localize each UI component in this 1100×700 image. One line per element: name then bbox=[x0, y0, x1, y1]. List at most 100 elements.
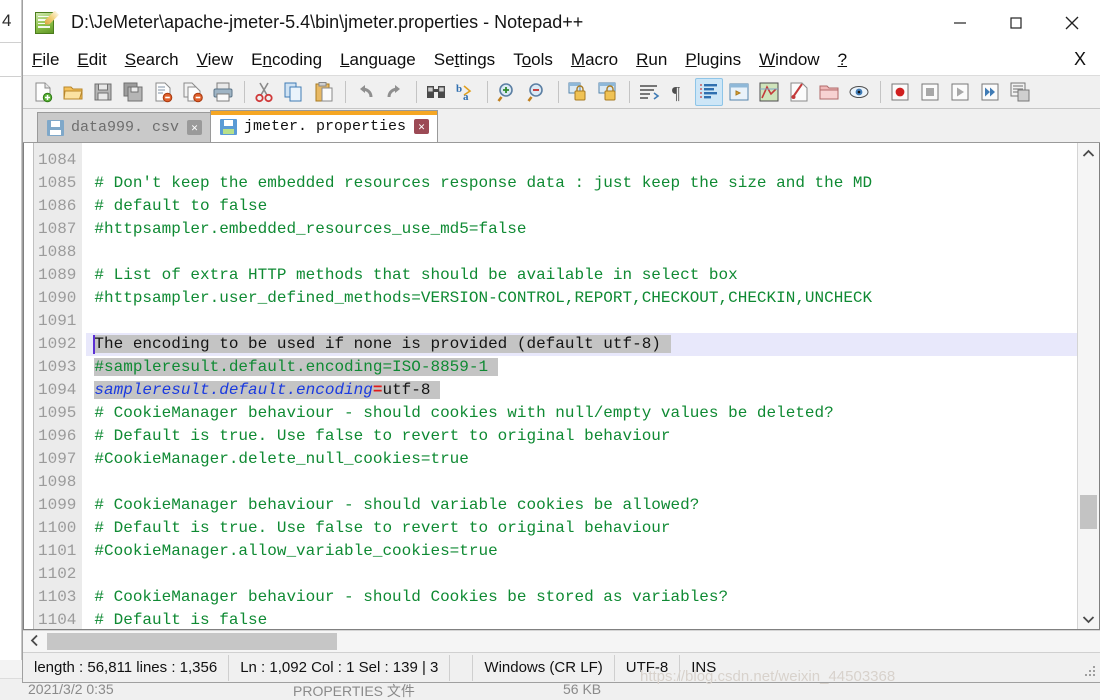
toolbar-separator bbox=[558, 81, 559, 103]
code-line[interactable]: #CookieManager.allow_variable_cookies=tr… bbox=[94, 540, 1077, 563]
status-length-lines: length : 56,811 lines : 1,356 bbox=[34, 659, 218, 676]
function-list-icon[interactable] bbox=[785, 78, 813, 106]
tab-close-icon[interactable]: ✕ bbox=[414, 119, 430, 134]
code-line[interactable]: The encoding to be used if none is provi… bbox=[86, 333, 1077, 356]
status-eol-format[interactable]: Windows (CR LF) bbox=[473, 653, 613, 683]
menu-settings[interactable]: Settings bbox=[425, 50, 504, 70]
macro-run-multiple-icon[interactable] bbox=[976, 78, 1004, 106]
toolbar-separator bbox=[244, 81, 245, 103]
line-number: 1089 bbox=[38, 266, 77, 284]
minimize-button[interactable] bbox=[932, 0, 988, 45]
save-macro-icon[interactable] bbox=[1006, 78, 1034, 106]
line-number: 1086 bbox=[38, 197, 77, 215]
code-line[interactable]: # Default is true. Use false to revert t… bbox=[94, 517, 1077, 540]
sync-vertical-scroll-icon[interactable] bbox=[564, 78, 592, 106]
code-line[interactable]: # CookieManager behaviour - should cooki… bbox=[94, 402, 1077, 425]
code-line[interactable]: # default to false bbox=[94, 195, 1077, 218]
user-defined-language-icon[interactable] bbox=[725, 78, 753, 106]
menu-run[interactable]: Run bbox=[627, 50, 676, 70]
code-line[interactable]: #httpsampler.embedded_resources_use_md5=… bbox=[94, 218, 1077, 241]
zoom-out-icon[interactable] bbox=[523, 78, 551, 106]
code-line[interactable]: # CookieManager behaviour - should Cooki… bbox=[94, 586, 1077, 609]
save-all-icon[interactable] bbox=[119, 78, 147, 106]
horizontal-scrollbar[interactable] bbox=[23, 630, 1100, 652]
tab-close-icon[interactable]: ✕ bbox=[187, 120, 203, 135]
copy-icon[interactable] bbox=[280, 78, 308, 106]
code-content[interactable]: # Don't keep the embedded resources resp… bbox=[86, 143, 1077, 629]
show-indent-guide-icon[interactable] bbox=[695, 78, 723, 106]
text-editor[interactable]: 1084 1085 1086 1087 1088 1089 1090 1091 1092 1093… bbox=[24, 143, 1077, 629]
menu-help[interactable]: ? bbox=[829, 50, 856, 70]
status-position: Ln : 1,092 Col : 1 Sel : 139 | 3 bbox=[240, 659, 439, 676]
menu-plugins[interactable]: Plugins bbox=[676, 50, 750, 70]
code-token: # default to false bbox=[94, 197, 268, 215]
menu-edit[interactable]: Edit bbox=[68, 50, 115, 70]
undo-icon[interactable] bbox=[351, 78, 379, 106]
code-line[interactable] bbox=[94, 471, 1077, 494]
document-map-icon[interactable] bbox=[755, 78, 783, 106]
status-encoding[interactable]: UTF-8 bbox=[615, 653, 680, 683]
bookmark-margin[interactable] bbox=[24, 143, 34, 629]
code-line[interactable] bbox=[94, 149, 1077, 172]
tab-data999-csv[interactable]: data999. csv ✕ bbox=[37, 112, 212, 142]
maximize-button[interactable] bbox=[988, 0, 1044, 45]
editor-area: 1084 1085 1086 1087 1088 1089 1090 1091 1092 1093… bbox=[23, 143, 1100, 630]
close-file-icon[interactable] bbox=[149, 78, 177, 106]
code-line[interactable]: sampleresult.default.encoding=utf-8 bbox=[94, 379, 1077, 402]
paste-icon[interactable] bbox=[310, 78, 338, 106]
menu-tools[interactable]: Tools bbox=[504, 50, 562, 70]
new-file-icon[interactable] bbox=[29, 78, 57, 106]
menu-macro[interactable]: Macro bbox=[562, 50, 627, 70]
menu-window[interactable]: Window bbox=[750, 50, 828, 70]
code-line[interactable]: # List of extra HTTP methods that should… bbox=[94, 264, 1077, 287]
scroll-left-arrow-icon[interactable] bbox=[23, 634, 45, 650]
folder-as-workspace-icon[interactable] bbox=[815, 78, 843, 106]
scroll-up-arrow-icon[interactable] bbox=[1078, 143, 1099, 163]
menu-search[interactable]: Search bbox=[116, 50, 188, 70]
find-icon[interactable] bbox=[422, 78, 450, 106]
scroll-down-arrow-icon[interactable] bbox=[1078, 609, 1099, 629]
code-token: #CookieManager.allow_variable_cookies=tr… bbox=[94, 542, 498, 560]
menu-file[interactable]: File bbox=[23, 50, 68, 70]
status-bar: length : 56,811 lines : 1,356 Ln : 1,092… bbox=[23, 652, 1100, 682]
macro-playback-icon[interactable] bbox=[946, 78, 974, 106]
monitoring-icon[interactable] bbox=[845, 78, 873, 106]
vertical-scrollbar-thumb[interactable] bbox=[1080, 495, 1097, 529]
code-line[interactable]: #CookieManager.delete_null_cookies=true bbox=[94, 448, 1077, 471]
code-token: #httpsampler.user_defined_methods=VERSIO… bbox=[94, 289, 873, 307]
save-icon[interactable] bbox=[89, 78, 117, 106]
macro-record-icon[interactable] bbox=[886, 78, 914, 106]
menu-view[interactable]: View bbox=[188, 50, 243, 70]
code-line[interactable] bbox=[94, 563, 1077, 586]
close-button[interactable] bbox=[1044, 0, 1100, 45]
word-wrap-icon[interactable] bbox=[635, 78, 663, 106]
replace-icon[interactable]: b a bbox=[452, 78, 480, 106]
resize-grip-icon[interactable] bbox=[1084, 666, 1097, 679]
code-token: #httpsampler.embedded_resources_use_md5=… bbox=[94, 220, 527, 238]
code-line[interactable]: #httpsampler.user_defined_methods=VERSIO… bbox=[94, 287, 1077, 310]
cut-icon[interactable] bbox=[250, 78, 278, 106]
zoom-in-icon[interactable] bbox=[493, 78, 521, 106]
macro-stop-icon[interactable] bbox=[916, 78, 944, 106]
code-line[interactable]: # Don't keep the embedded resources resp… bbox=[94, 172, 1077, 195]
redo-icon[interactable] bbox=[381, 78, 409, 106]
close-all-files-icon[interactable] bbox=[179, 78, 207, 106]
code-line[interactable] bbox=[94, 241, 1077, 264]
show-all-characters-icon[interactable]: ¶ bbox=[665, 78, 693, 106]
code-line[interactable]: # Default is false bbox=[94, 609, 1077, 629]
vertical-scrollbar[interactable] bbox=[1077, 143, 1099, 629]
horizontal-scrollbar-thumb[interactable] bbox=[47, 633, 337, 650]
open-file-icon[interactable] bbox=[59, 78, 87, 106]
print-icon[interactable] bbox=[209, 78, 237, 106]
line-number: 1102 bbox=[38, 565, 77, 583]
code-line[interactable]: # Default is true. Use false to revert t… bbox=[94, 425, 1077, 448]
code-line[interactable]: # CookieManager behaviour - should varia… bbox=[94, 494, 1077, 517]
sync-horizontal-scroll-icon[interactable] bbox=[594, 78, 622, 106]
tab-jmeter-properties[interactable]: jmeter. properties ✕ bbox=[210, 110, 439, 142]
menu-language[interactable]: Language bbox=[331, 50, 425, 70]
menu-encoding[interactable]: Encoding bbox=[242, 50, 331, 70]
close-document-button[interactable]: X bbox=[1074, 49, 1086, 70]
code-line[interactable] bbox=[94, 310, 1077, 333]
code-line[interactable]: #sampleresult.default.encoding=ISO-8859-… bbox=[94, 356, 1077, 379]
status-insert-mode[interactable]: INS bbox=[680, 653, 727, 683]
